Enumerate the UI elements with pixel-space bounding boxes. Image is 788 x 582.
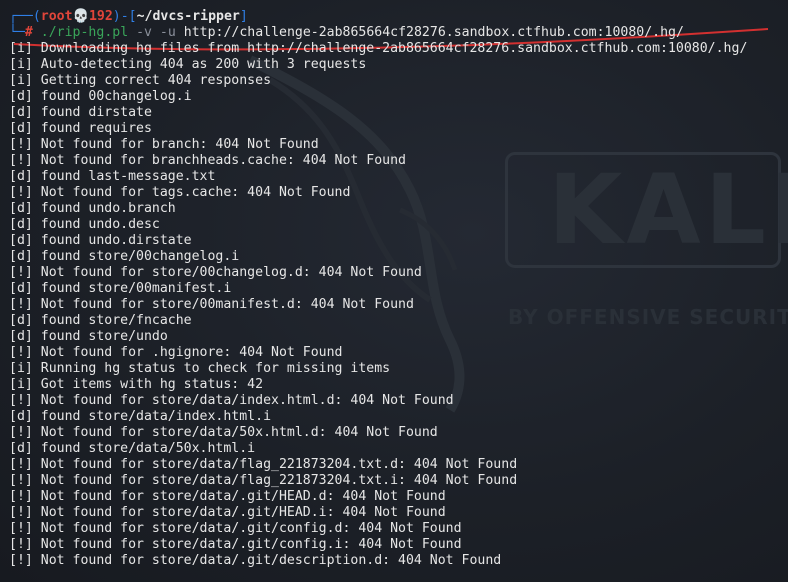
output-line: [!] Not found for store/data/.git/HEAD.d… bbox=[9, 489, 446, 504]
prompt-directory: ~/dvcs-ripper bbox=[136, 9, 240, 24]
command-output: [i] Downloading hg files from http://cha… bbox=[9, 41, 788, 569]
output-line: [!] Not found for .hgignore: 404 Not Fou… bbox=[9, 345, 343, 360]
output-line: [d] found store/data/50x.html.i bbox=[9, 441, 256, 456]
output-line: [!] Not found for store/00changelog.d: 4… bbox=[9, 265, 422, 280]
prompt-prefix: ┌──( bbox=[9, 9, 41, 24]
output-line: [i] Got items with hg status: 42 bbox=[9, 377, 264, 392]
prompt-mid: )-[ bbox=[112, 9, 137, 24]
terminal-window[interactable]: KALI BY OFFENSIVE SECURITY ┌──(root💀192)… bbox=[0, 0, 788, 582]
prompt-second-prefix: └─ bbox=[9, 25, 25, 40]
output-line: [!] Not found for store/data/50x.html.d:… bbox=[9, 425, 438, 440]
command-flags: -v -u bbox=[136, 25, 176, 40]
output-line: [i] Auto-detecting 404 as 200 with 3 req… bbox=[9, 57, 367, 72]
output-line: [i] Getting correct 404 responses bbox=[9, 73, 272, 88]
output-line: [!] Not found for store/data/flag_221873… bbox=[9, 473, 518, 488]
command-url: http://challenge-2ab865664cf28276.sandbo… bbox=[183, 25, 684, 40]
output-line: [i] Running hg status to check for missi… bbox=[9, 361, 391, 376]
output-line: [!] Not found for store/data/.git/descri… bbox=[9, 553, 502, 568]
prompt-line-2[interactable]: └─# ./rip-hg.pl -v -u http://challenge-2… bbox=[9, 25, 788, 41]
output-line: [d] found store/00manifest.i bbox=[9, 281, 232, 296]
output-line: [d] found requires bbox=[9, 121, 152, 136]
prompt-host: 192 bbox=[88, 9, 113, 24]
output-line: [d] found store/fncache bbox=[9, 313, 192, 328]
output-line: [d] found undo.branch bbox=[9, 201, 176, 216]
output-line: [d] found store/00changelog.i bbox=[9, 249, 240, 264]
output-line: [d] found store/data/index.html.i bbox=[9, 409, 272, 424]
output-line: [d] found undo.dirstate bbox=[9, 233, 192, 248]
prompt-line-1: ┌──(root💀192)-[~/dvcs-ripper] bbox=[9, 9, 788, 25]
output-line: [!] Not found for store/data/flag_221873… bbox=[9, 457, 518, 472]
output-line: [d] found dirstate bbox=[9, 105, 152, 120]
output-line: [!] Not found for store/data/.git/config… bbox=[9, 537, 462, 552]
output-line: [!] Not found for store/data/index.html.… bbox=[9, 393, 454, 408]
output-line: [i] Downloading hg files from http://cha… bbox=[9, 41, 748, 56]
prompt-user: root bbox=[40, 9, 73, 24]
prompt-end: ] bbox=[239, 9, 248, 24]
output-line: [!] Not found for tags.cache: 404 Not Fo… bbox=[9, 185, 351, 200]
output-line: [d] found last-message.txt bbox=[9, 169, 216, 184]
output-line: [d] found undo.desc bbox=[9, 217, 160, 232]
output-line: [!] Not found for store/00manifest.d: 40… bbox=[9, 297, 414, 312]
command-text: ./rip-hg.pl bbox=[40, 25, 129, 40]
output-line: [!] Not found for branchheads.cache: 404… bbox=[9, 153, 406, 168]
skull-icon: 💀 bbox=[72, 9, 89, 24]
output-line: [d] found store/undo bbox=[9, 329, 168, 344]
output-line: [!] Not found for branch: 404 Not Found bbox=[9, 137, 319, 152]
output-line: [!] Not found for store/data/.git/config… bbox=[9, 521, 462, 536]
prompt-hash: # bbox=[24, 25, 33, 40]
output-line: [d] found 00changelog.i bbox=[9, 89, 192, 104]
output-line: [!] Not found for store/data/.git/HEAD.i… bbox=[9, 505, 446, 520]
terminal-content: ┌──(root💀192)-[~/dvcs-ripper] └─# ./rip-… bbox=[9, 9, 788, 569]
